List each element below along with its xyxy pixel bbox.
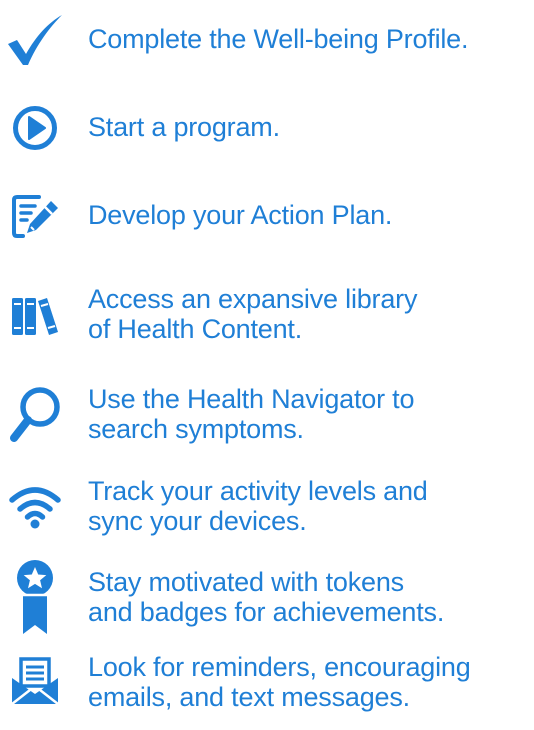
award-ribbon-icon (4, 557, 66, 637)
item-label: Stay motivated with tokens and badges fo… (88, 567, 445, 627)
item-label: Look for reminders, encouraging emails, … (88, 652, 471, 712)
envelope-message-icon (4, 642, 66, 722)
books-library-icon (4, 274, 66, 354)
item-label: Track your activity levels and sync your… (88, 476, 428, 536)
list-item-health-navigator: Use the Health Navigator to search sympt… (0, 374, 534, 454)
list-item-start-program: Start a program. (0, 96, 534, 160)
list-item-action-plan: Develop your Action Plan. (0, 184, 534, 248)
wifi-signal-icon (4, 466, 66, 546)
item-label: Start a program. (88, 112, 280, 142)
play-circle-icon (4, 96, 66, 160)
feature-list: Complete the Well-being Profile. Start a… (0, 0, 534, 730)
list-item-tokens-badges: Stay motivated with tokens and badges fo… (0, 557, 534, 637)
list-item-reminders: Look for reminders, encouraging emails, … (0, 642, 534, 722)
checkmark-icon (4, 8, 66, 72)
list-item-well-being-profile: Complete the Well-being Profile. (0, 8, 534, 72)
item-label: Access an expansive library of Health Co… (88, 284, 418, 344)
item-label: Use the Health Navigator to search sympt… (88, 384, 415, 444)
item-label: Complete the Well-being Profile. (88, 24, 469, 54)
item-label: Develop your Action Plan. (88, 200, 393, 230)
magnifier-icon (4, 374, 66, 454)
list-item-track-activity: Track your activity levels and sync your… (0, 466, 534, 546)
edit-notepad-icon (4, 184, 66, 248)
list-item-health-library: Access an expansive library of Health Co… (0, 274, 534, 354)
